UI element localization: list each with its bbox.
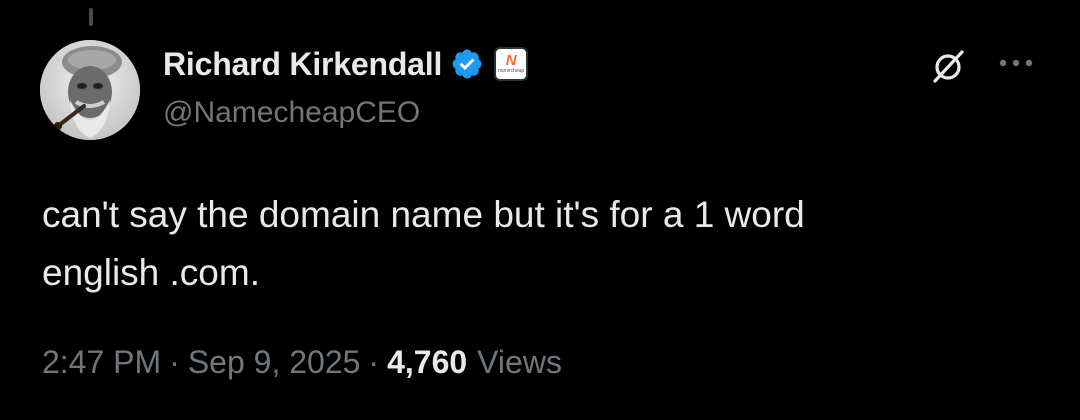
- verified-badge-icon: [450, 47, 484, 81]
- affiliate-badge[interactable]: N namecheap: [494, 47, 529, 81]
- meta-separator: ·: [169, 344, 180, 380]
- tweet-time[interactable]: 2:47 PM: [42, 344, 161, 381]
- avatar-image: [40, 40, 140, 140]
- author-display-name[interactable]: Richard Kirkendall: [163, 46, 442, 83]
- tweet-metadata: 2:47 PM · Sep 9, 2025 · 4,760 Views: [42, 344, 562, 381]
- tweet-date[interactable]: Sep 9, 2025: [188, 344, 361, 381]
- author-name-row: Richard Kirkendall N namecheap: [163, 42, 529, 86]
- meta-separator: ·: [368, 344, 380, 380]
- affiliate-logo-word: namecheap: [498, 68, 525, 74]
- thread-connector-line: [89, 8, 93, 26]
- more-horizontal-icon: [999, 59, 1033, 67]
- more-options-button[interactable]: [994, 48, 1038, 78]
- grok-icon: [933, 50, 964, 83]
- views-count[interactable]: 4,760: [387, 344, 467, 381]
- tweet-text: can't say the domain name but it's for a…: [42, 194, 805, 293]
- grok-button[interactable]: [926, 44, 970, 88]
- affiliate-logo-mark: N: [505, 52, 517, 69]
- avatar[interactable]: [40, 40, 140, 140]
- author-handle[interactable]: @NamecheapCEO: [163, 96, 420, 130]
- views-label: Views: [477, 344, 562, 380]
